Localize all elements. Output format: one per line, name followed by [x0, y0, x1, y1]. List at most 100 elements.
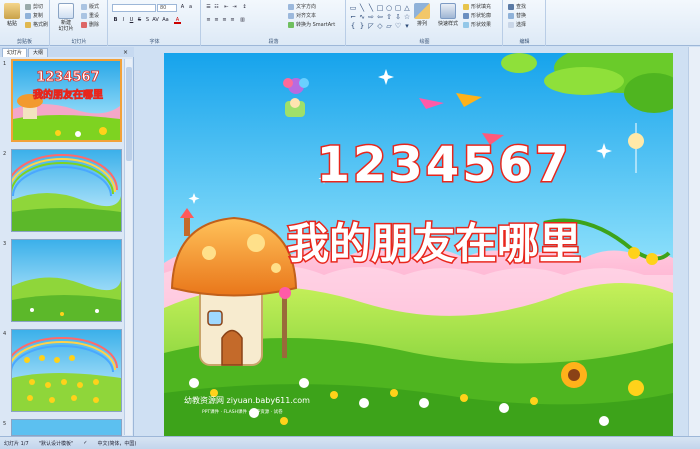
- thumb3-art: [12, 240, 121, 321]
- paste-button[interactable]: 粘贴: [1, 3, 23, 27]
- format-painter-button[interactable]: 格式刷: [25, 21, 48, 28]
- theme-name[interactable]: "默认设计模板": [39, 440, 74, 447]
- delete-slide-button[interactable]: 删除: [81, 21, 99, 28]
- oval-shape-icon[interactable]: ○: [385, 4, 393, 12]
- outline-pen-icon: [463, 12, 469, 19]
- strikethrough-button[interactable]: S: [136, 17, 143, 24]
- shadow-button[interactable]: S: [144, 17, 151, 24]
- star-shape-icon[interactable]: ☆: [403, 13, 411, 21]
- triangle-shape-icon[interactable]: △: [403, 4, 411, 12]
- delete-icon: [81, 21, 87, 28]
- reset-button[interactable]: 重设: [81, 12, 99, 19]
- slide-scrollbar[interactable]: [688, 47, 700, 436]
- select-button[interactable]: 选择: [508, 21, 526, 28]
- curve-shape-icon[interactable]: ∿: [358, 13, 366, 21]
- grow-font-button[interactable]: A: [179, 4, 186, 11]
- brush-icon: [25, 21, 31, 28]
- font-name-dropdown[interactable]: [112, 4, 156, 12]
- case-button[interactable]: Aa: [162, 17, 169, 24]
- find-button[interactable]: 查找: [508, 3, 526, 10]
- shrink-font-button[interactable]: a: [187, 4, 194, 11]
- main-title[interactable]: 我的朋友在哪里: [285, 218, 582, 270]
- clipboard-group: 粘贴 剪切 复制 格式刷 剪贴板: [0, 0, 50, 46]
- align-right-button[interactable]: ≡: [221, 17, 228, 24]
- tab-slides[interactable]: 幻灯片: [2, 48, 28, 57]
- arrow-right-shape-icon[interactable]: ⇨: [367, 13, 375, 21]
- line2-shape-icon[interactable]: ╲: [367, 4, 375, 12]
- align-left-button[interactable]: ≡: [205, 17, 212, 24]
- close-icon[interactable]: ×: [123, 49, 128, 57]
- layout-icon: [81, 3, 87, 10]
- language-indicator[interactable]: 中文(简体，中国): [97, 440, 136, 447]
- panel-scroll-thumb[interactable]: [126, 67, 132, 161]
- slide-thumbnail-3[interactable]: [11, 239, 122, 322]
- thumb1-main-title: 我的朋友在哪里: [33, 88, 103, 101]
- thumb1-art: 1234567 我的朋友在哪里: [13, 61, 120, 140]
- rect-shape-icon[interactable]: □: [376, 4, 384, 12]
- justify-button[interactable]: ≡: [229, 17, 236, 24]
- callout-shape-icon[interactable]: ◸: [367, 22, 375, 30]
- bold-button[interactable]: B: [112, 17, 119, 24]
- shapes-gallery[interactable]: ▭ ╲ ╲ □ ○ ▢ △ ⌐ ∿ ⇨ ⇦ ⇧ ⇩ ☆ { } ◸ ◇ ▱ ♡ …: [349, 4, 410, 30]
- slide-thumbnail-5[interactable]: [11, 419, 122, 436]
- italic-button[interactable]: I: [120, 17, 127, 24]
- line-shape-icon[interactable]: ╲: [358, 4, 366, 12]
- arrow-left-shape-icon[interactable]: ⇦: [376, 13, 384, 21]
- text-direction-button[interactable]: 文字方向: [288, 3, 316, 10]
- spacing-button[interactable]: AV: [152, 17, 159, 24]
- brace2-shape-icon[interactable]: }: [358, 22, 366, 30]
- elbow-shape-icon[interactable]: ⌐: [349, 13, 357, 21]
- effects-icon: [463, 21, 469, 28]
- slides-panel: 幻灯片 大纲 × 1 1234567 我的朋友在哪里 2 3 4 5: [0, 47, 134, 436]
- slide-thumbnail-4[interactable]: [11, 329, 122, 412]
- arrange-button[interactable]: 排列: [411, 3, 433, 27]
- line-spacing-button[interactable]: ↕: [241, 4, 248, 11]
- slide-thumbnail-1[interactable]: 1234567 我的朋友在哪里: [11, 59, 122, 142]
- more-shape-icon[interactable]: ◇: [376, 22, 384, 30]
- underline-button[interactable]: U: [128, 17, 135, 24]
- expand-shapes-icon[interactable]: ▾: [403, 22, 411, 30]
- decrease-indent-button[interactable]: ⇤: [223, 4, 230, 11]
- slide-number: 4: [3, 331, 7, 337]
- numbering-button[interactable]: ☷: [213, 4, 220, 11]
- scissors-icon: [25, 3, 31, 10]
- thumb1-number-title: 1234567: [36, 70, 99, 85]
- brace-shape-icon[interactable]: {: [349, 22, 357, 30]
- heart-shape-icon[interactable]: ♡: [394, 22, 402, 30]
- thumb4-art: [12, 330, 121, 411]
- paragraph-group: ☰ ☷ ⇤ ⇥ ↕ ≡ ≡ ≡ ≡ ▥ 文字方向 对齐文本 转换为 SmartA…: [202, 0, 346, 46]
- cut-button[interactable]: 剪切: [25, 3, 43, 10]
- bullets-button[interactable]: ☰: [205, 4, 212, 11]
- shape-fill-button[interactable]: 形状填充: [463, 3, 491, 10]
- reset-icon: [81, 12, 87, 19]
- smartart-button[interactable]: 转换为 SmartArt: [288, 21, 335, 28]
- slide-canvas[interactable]: 1234567 我的朋友在哪里 幼教资源网 ziyuan.baby611.com…: [164, 53, 673, 436]
- copy-button[interactable]: 复制: [25, 12, 43, 19]
- replace-button[interactable]: 替换: [508, 12, 526, 19]
- columns-button[interactable]: ▥: [239, 17, 246, 24]
- arrow-down-shape-icon[interactable]: ⇩: [394, 13, 402, 21]
- font-group: 80 A a B I U S S AV Aa A 字体: [109, 0, 201, 46]
- increase-indent-button[interactable]: ⇥: [231, 4, 238, 11]
- shape-effects-button[interactable]: 形状效果: [463, 21, 491, 28]
- align-text-button[interactable]: 对齐文本: [288, 12, 316, 19]
- drawing-group: ▭ ╲ ╲ □ ○ ▢ △ ⌐ ∿ ⇨ ⇦ ⇧ ⇩ ☆ { } ◸ ◇ ▱ ♡ …: [347, 0, 503, 46]
- slide-thumbnail-2[interactable]: [11, 149, 122, 232]
- shape-outline-button[interactable]: 形状轮廓: [463, 12, 491, 19]
- arrow-up-shape-icon[interactable]: ⇧: [385, 13, 393, 21]
- round-rect-shape-icon[interactable]: ▢: [394, 4, 402, 12]
- spellcheck-icon[interactable]: ✓: [83, 440, 87, 446]
- watermark-main: 幼教资源网 ziyuan.baby611.com: [184, 395, 310, 405]
- quick-styles-button[interactable]: 快速样式: [435, 3, 461, 27]
- number-title[interactable]: 1234567: [315, 136, 572, 195]
- font-color-button[interactable]: A: [174, 17, 181, 24]
- align-text-icon: [288, 12, 294, 19]
- align-center-button[interactable]: ≡: [213, 17, 220, 24]
- layout-button[interactable]: 版式: [81, 3, 99, 10]
- flow-shape-icon[interactable]: ▱: [385, 22, 393, 30]
- font-size-dropdown[interactable]: 80: [157, 4, 177, 12]
- textbox-shape-icon[interactable]: ▭: [349, 4, 357, 12]
- new-slide-button[interactable]: 新建 幻灯片: [54, 3, 78, 32]
- panel-scrollbar[interactable]: [124, 59, 132, 435]
- tab-outline[interactable]: 大纲: [28, 48, 49, 57]
